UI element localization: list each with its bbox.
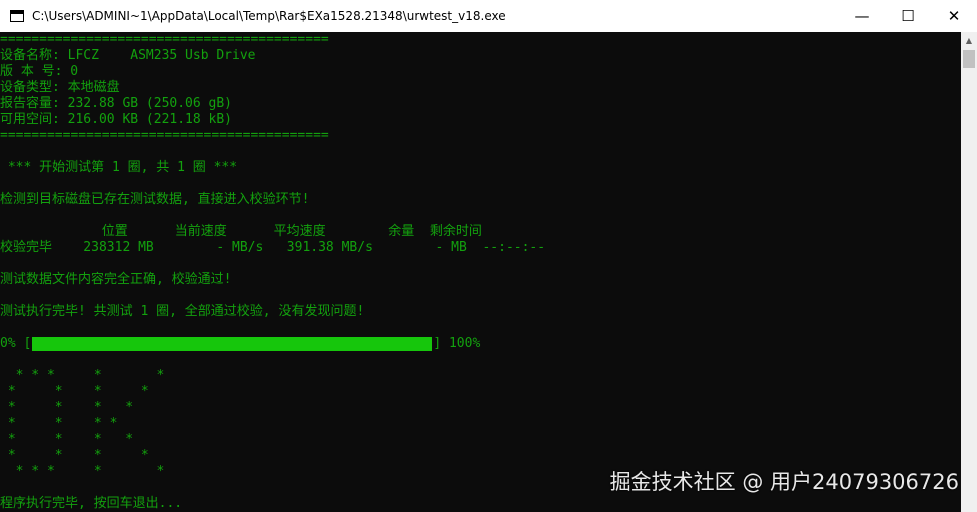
watermark: 掘金技术社区 @ 用户24079306726 [609,470,959,494]
done-line: 测试执行完毕! 共测试 1 圈, 全部通过校验, 没有发现问题! [0,304,365,319]
progress-bar: 0% [ ] 100% [0,336,480,352]
console-output[interactable]: ========================================… [0,32,961,512]
exit-prompt-line: 程序执行完毕, 按回车退出... [0,496,183,511]
title-bar[interactable]: C:\Users\ADMINI~1\AppData\Local\Temp\Rar… [0,0,977,32]
ok-art-line: * * * * * [0,464,165,479]
console-app-icon [10,10,24,22]
ok-art-line: * * * * [0,400,134,415]
version-line: 版 本 号: 0 [0,64,79,79]
close-button[interactable]: ✕ [931,0,977,32]
progress-right-label: ] 100% [433,336,481,351]
progress-left-label: 0% [ [0,336,32,351]
verify-ok-line: 测试数据文件内容完全正确, 校验通过! [0,272,232,287]
round-start-line: *** 开始测试第 1 圈, 共 1 圈 *** [0,160,238,175]
free-space-line: 可用空间: 216.00 KB (221.18 kB) [0,112,233,127]
reported-capacity-line: 报告容量: 232.88 GB (250.06 gB) [0,96,233,111]
table-row: 校验完毕 238312 MB - MB/s 391.38 MB/s - MB -… [0,240,546,255]
vertical-scrollbar[interactable]: ▲ [961,32,977,512]
table-header: 位置 当前速度 平均速度 余量 剩余时间 [0,224,482,239]
ok-art-line: * * * * [0,416,118,431]
separator-top: ========================================… [0,32,329,47]
existing-data-line: 检测到目标磁盘已存在测试数据, 直接进入校验环节! [0,192,310,207]
scroll-thumb[interactable] [963,50,975,68]
ok-art-line: * * * * [0,448,149,463]
maximize-button[interactable]: ☐ [885,0,931,32]
progress-track [32,337,433,351]
device-name-line: 设备名称: LFCZ ASM235 Usb Drive [0,48,256,63]
minimize-button[interactable]: — [839,0,885,32]
ok-art-line: * * * * [0,384,149,399]
ok-art-line: * * * * * [0,368,165,383]
window-title: C:\Users\ADMINI~1\AppData\Local\Temp\Rar… [32,9,506,23]
progress-fill [32,337,433,351]
device-type-line: 设备类型: 本地磁盘 [0,80,120,95]
separator-bottom: ========================================… [0,128,329,143]
console-window: C:\Users\ADMINI~1\AppData\Local\Temp\Rar… [0,0,977,512]
scroll-up-arrow-icon[interactable]: ▲ [961,32,977,48]
ok-art-line: * * * * [0,432,134,447]
